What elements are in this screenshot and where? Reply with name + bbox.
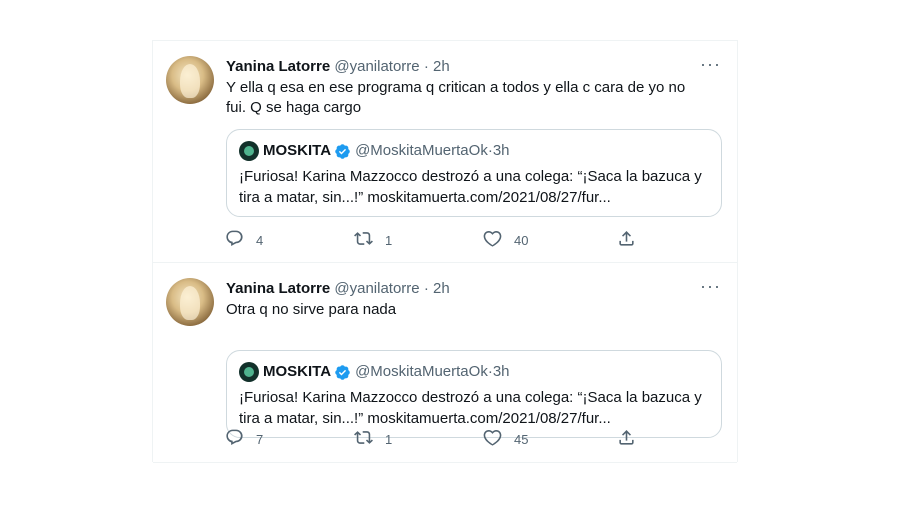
reply-button[interactable]: 7 (225, 429, 263, 449)
tweet-timestamp[interactable]: 2h (433, 58, 450, 75)
retweet-icon (354, 229, 373, 251)
avatar[interactable] (166, 278, 214, 326)
retweet-button[interactable]: 1 (354, 230, 392, 250)
retweet-count: 1 (385, 431, 393, 447)
heart-icon (483, 428, 502, 450)
tweet-actions: 4 1 40 (225, 230, 665, 250)
quoted-tweet-header: MOSKITA @MoskitaMuertaOk · 3h (239, 362, 510, 382)
tweet-header: Yanina Latorre @yanilatorre · 2h (226, 279, 721, 299)
tweet-actions: 7 1 45 (225, 429, 665, 449)
quoted-tweet-text: ¡Furiosa! Karina Mazzocco destrozó a una… (239, 168, 702, 206)
share-button[interactable] (617, 429, 636, 449)
reply-count: 7 (256, 431, 264, 447)
author-name[interactable]: Yanina Latorre (226, 280, 330, 297)
tweet[interactable]: Yanina Latorre @yanilatorre · 2h ··· Y e… (153, 41, 737, 263)
separator-dot: · (423, 58, 433, 75)
quoted-tweet[interactable]: MOSKITA @MoskitaMuertaOk · 3h ¡Furiosa! … (226, 129, 722, 217)
like-button[interactable]: 40 (483, 230, 528, 250)
tweet-header: Yanina Latorre @yanilatorre · 2h (226, 57, 721, 77)
heart-icon (483, 229, 502, 251)
quoted-tweet-text: ¡Furiosa! Karina Mazzocco destrozó a una… (239, 389, 702, 427)
like-button[interactable]: 45 (483, 429, 528, 449)
author-handle[interactable]: @yanilatorre (334, 58, 423, 75)
retweet-count: 1 (385, 232, 393, 248)
quoted-timestamp: 3h (492, 363, 510, 380)
author-name[interactable]: Yanina Latorre (226, 58, 330, 75)
more-options-icon[interactable]: ··· (700, 277, 721, 295)
verified-badge-icon (334, 364, 351, 381)
retweet-icon (354, 428, 373, 450)
retweet-button[interactable]: 1 (354, 429, 392, 449)
more-options-icon[interactable]: ··· (700, 55, 721, 73)
quoted-author-name: MOSKITA (263, 142, 332, 159)
tweet-text: Y ella q esa en ese programa q critican … (226, 79, 686, 116)
tweet[interactable]: Yanina Latorre @yanilatorre · 2h ··· Otr… (153, 263, 737, 463)
share-button[interactable] (617, 230, 636, 250)
quoted-tweet-header: MOSKITA @MoskitaMuertaOk · 3h (239, 141, 510, 161)
quoted-author-handle: @MoskitaMuertaOk (355, 142, 488, 159)
like-count: 40 (514, 232, 529, 248)
share-icon (617, 428, 636, 450)
quoted-tweet[interactable]: MOSKITA @MoskitaMuertaOk · 3h ¡Furiosa! … (226, 350, 722, 438)
quoted-author-name: MOSKITA (263, 363, 332, 380)
author-handle[interactable]: @yanilatorre (334, 280, 423, 297)
timeline: Yanina Latorre @yanilatorre · 2h ··· Y e… (152, 40, 738, 463)
like-count: 45 (514, 431, 529, 447)
quoted-avatar (239, 362, 259, 382)
reply-icon (225, 428, 244, 450)
reply-count: 4 (256, 232, 264, 248)
tweet-text: Otra q no sirve para nada (226, 301, 397, 318)
avatar[interactable] (166, 56, 214, 104)
verified-badge-icon (334, 143, 351, 160)
separator-dot: · (423, 280, 433, 297)
quoted-avatar (239, 141, 259, 161)
tweet-timestamp[interactable]: 2h (433, 280, 450, 297)
quoted-timestamp: 3h (492, 142, 510, 159)
share-icon (617, 229, 636, 251)
reply-icon (225, 229, 244, 251)
quoted-author-handle: @MoskitaMuertaOk (355, 363, 488, 380)
reply-button[interactable]: 4 (225, 230, 263, 250)
